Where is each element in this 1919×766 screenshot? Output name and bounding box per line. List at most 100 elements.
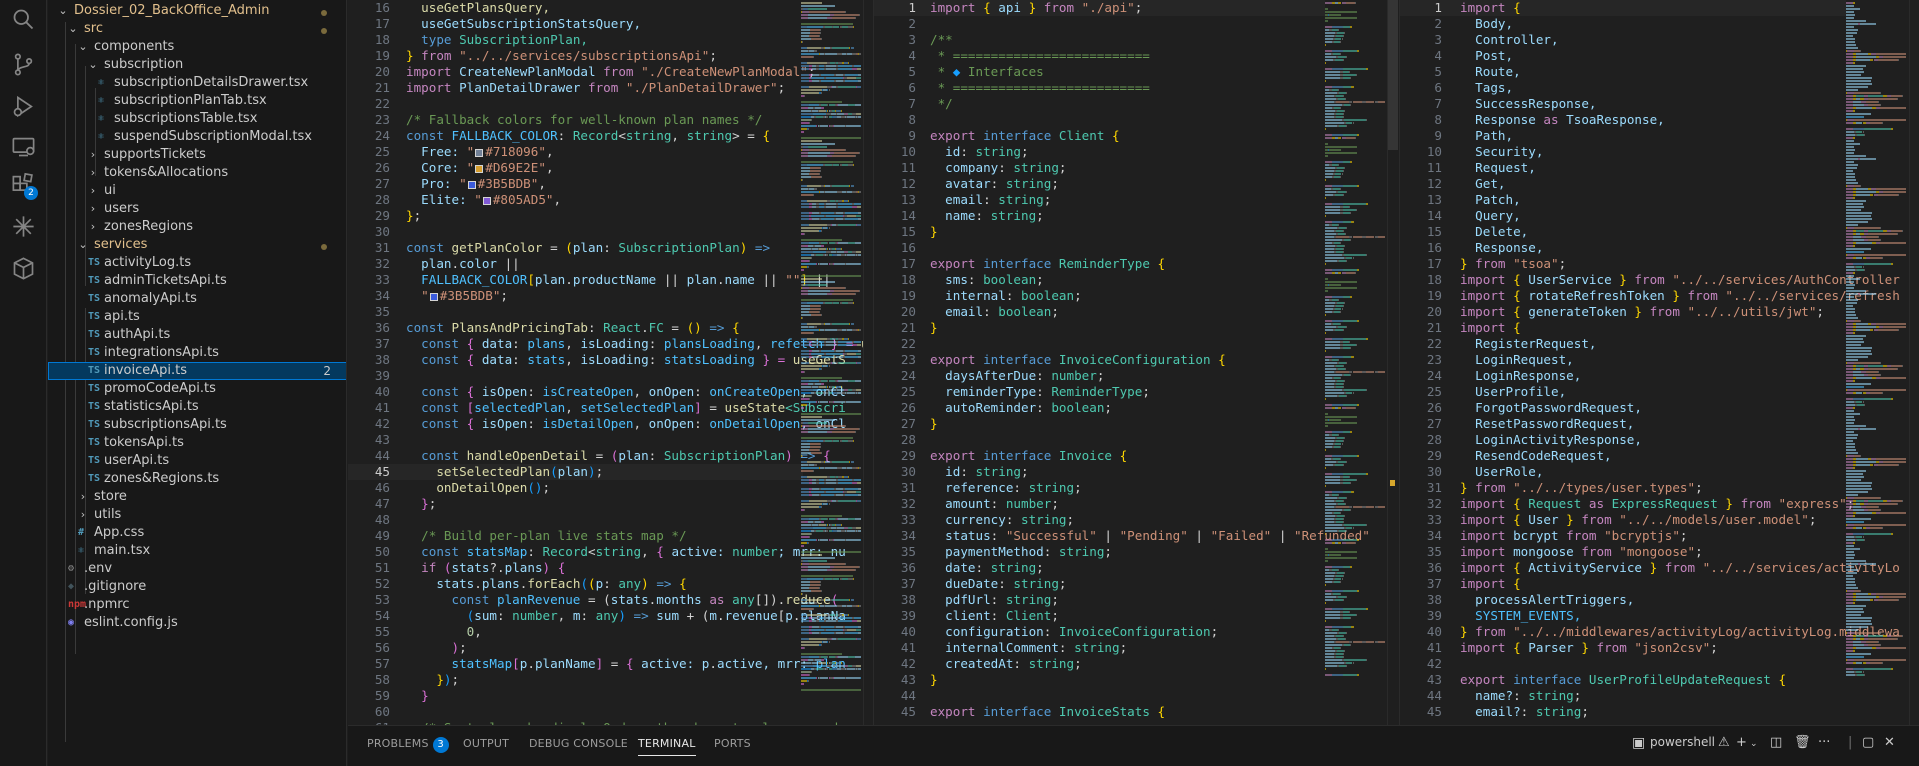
code-line[interactable]: 55 0,	[348, 624, 803, 640]
tree-file[interactable]: ◆ .gitignore	[48, 578, 346, 596]
code-line[interactable]: 25 UserProfile,	[1400, 384, 1846, 400]
trash-icon[interactable]: 🗑	[1794, 735, 1811, 750]
code-line[interactable]: 24 const FALLBACK_COLOR: Record<string, s…	[348, 128, 803, 144]
remote-explorer-icon[interactable]	[10, 133, 37, 160]
code-line[interactable]: 49 /* Build per-plan live stats map */	[348, 528, 803, 544]
more-actions-icon[interactable]: ···	[1818, 735, 1830, 750]
code-line[interactable]: 39	[348, 368, 803, 384]
vertical-scrollbar[interactable]	[863, 0, 873, 725]
code-line[interactable]: 41 const [selectedPlan, setSelectedPlan]…	[348, 400, 846, 416]
code-line[interactable]: 34 status: "Successful" | "Pending" | "F…	[874, 528, 1370, 544]
code-line[interactable]: 1 import {	[1400, 0, 1846, 16]
code-line[interactable]: 5 * ◆ Interfaces	[874, 64, 1325, 80]
split-terminal-icon[interactable]: ◫	[1770, 735, 1782, 750]
code-line[interactable]: 32 amount: number;	[874, 496, 1325, 512]
tab-output[interactable]: OUTPUT	[463, 737, 509, 750]
tab-ports[interactable]: PORTS	[714, 737, 751, 750]
code-line[interactable]: 37 const { data: plans, isLoading: plans…	[348, 336, 873, 352]
code-line[interactable]: 34 import bcrypt from "bcryptjs";	[1400, 528, 1846, 544]
tree-file[interactable]: ⚙ .env	[48, 560, 346, 578]
code-line[interactable]: 3 Controller,	[1400, 32, 1846, 48]
code-line[interactable]: 57 statsMap[p.planName] = { active: p.ac…	[348, 656, 846, 672]
code-line[interactable]: 41 import { Parser } from "json2csv";	[1400, 640, 1846, 656]
code-line[interactable]: 17} from "tsoa";	[1400, 256, 1846, 272]
code-line[interactable]: 29 ResendCodeRequest,	[1400, 448, 1846, 464]
code-line[interactable]: 39 client: Client;	[874, 608, 1325, 624]
code-line[interactable]: 48	[348, 512, 803, 528]
code-line[interactable]: 21 import {	[1400, 320, 1846, 336]
code-line[interactable]: 44	[874, 688, 1325, 704]
code-line[interactable]: 4 * ==========================	[874, 48, 1325, 64]
vertical-scrollbar[interactable]	[1387, 0, 1398, 725]
code-line[interactable]: 29};	[348, 208, 803, 224]
tree-file[interactable]: TS activityLog.ts	[48, 254, 346, 272]
code-line[interactable]: 3 /**	[874, 32, 1325, 48]
code-line[interactable]: 44 const handleOpenDetail = (plan: Subsc…	[348, 448, 831, 464]
code-line[interactable]: 8	[874, 112, 1325, 128]
terminal-name[interactable]: powershell	[1650, 735, 1715, 749]
minimap[interactable]	[801, 0, 863, 725]
code-line[interactable]: 39 SYSTEM_EVENTS,	[1400, 608, 1846, 624]
tree-file[interactable]: ⚛ subscriptionPlanTab.tsx	[48, 92, 346, 110]
code-line[interactable]: 14 name: string;	[874, 208, 1325, 224]
code-line[interactable]: 60	[348, 704, 803, 720]
code-line[interactable]: 29 export interface Invoice {	[874, 448, 1325, 464]
code-line[interactable]: 31 const getPlanColor = (plan: Subscripti…	[348, 240, 803, 256]
code-line[interactable]: 23 export interface InvoiceConfiguration …	[874, 352, 1325, 368]
tree-folder[interactable]: › store	[48, 488, 346, 506]
code-line[interactable]: 28	[874, 432, 1325, 448]
code-line[interactable]: 27 ResetPasswordRequest,	[1400, 416, 1846, 432]
code-line[interactable]: 26 autoReminder: boolean;	[874, 400, 1325, 416]
code-line[interactable]: 1 import { api } from "./api";	[874, 0, 1325, 16]
code-line[interactable]: 51 if (stats?.plans) {	[348, 560, 803, 576]
color-swatch[interactable]	[475, 164, 484, 173]
tree-file[interactable]: ⚛ subscriptionDetailsDrawer.tsx	[48, 74, 346, 92]
code-line[interactable]: 10 id: string;	[874, 144, 1325, 160]
code-line[interactable]: 33 currency: string;	[874, 512, 1325, 528]
code-line[interactable]: 13 email: string;	[874, 192, 1325, 208]
code-line[interactable]: 17 export interface ReminderType {	[874, 256, 1325, 272]
tab-problems[interactable]: PROBLEMS 3	[367, 737, 449, 753]
tree-folder[interactable]: › tokens&Allocations	[48, 164, 346, 182]
code-line[interactable]: 21 import PlanDetailDrawer from "./PlanDe…	[348, 80, 803, 96]
search-icon[interactable]	[10, 6, 37, 33]
run-debug-icon[interactable]	[10, 93, 37, 120]
tree-file[interactable]: TS invoiceApi.ts 2	[48, 362, 346, 380]
extensions-icon[interactable]: 2	[10, 171, 38, 200]
code-line[interactable]: 13 Patch,	[1400, 192, 1846, 208]
tree-folder[interactable]: ⌄ services	[48, 236, 346, 254]
code-line[interactable]: 50 const statsMap: Record<string, { acti…	[348, 544, 846, 560]
code-line[interactable]: 27 Pro: " #3B5BDB",	[348, 176, 803, 192]
tree-folder[interactable]: › ui	[48, 182, 346, 200]
code-line[interactable]: 30 id: string;	[874, 464, 1325, 480]
code-line[interactable]: 37 import {	[1400, 576, 1846, 592]
code-line[interactable]: 54 (sum: number, m: any) => sum + (m.rev…	[348, 608, 846, 624]
code-line[interactable]: 17 useGetSubscriptionStatsQuery,	[348, 16, 803, 32]
code-line[interactable]: 2	[874, 16, 1325, 32]
code-line[interactable]: 32 plan.color ||	[348, 256, 803, 272]
code-line[interactable]: 42 const { isOpen: isDetailOpen, onOpen:…	[348, 416, 846, 432]
code-line[interactable]: 52 stats.plans.forEach((p: any) => {	[348, 576, 803, 592]
code-line[interactable]: 12 Get,	[1400, 176, 1846, 192]
code-line[interactable]: 36 const PlansAndPricingTab: React.FC = (…	[348, 320, 803, 336]
code-line[interactable]: 47 };	[348, 496, 803, 512]
color-swatch[interactable]	[429, 292, 438, 301]
code-line[interactable]: 38 processAlertTriggers,	[1400, 592, 1846, 608]
code-line[interactable]: 33 FALLBACK_COLOR[plan.productName || pl…	[348, 272, 831, 288]
chevron-down-icon[interactable]: ⌄	[1750, 739, 1758, 749]
code-line[interactable]: 9 Path,	[1400, 128, 1846, 144]
tab-terminal[interactable]: TERMINAL	[638, 737, 696, 756]
tree-file[interactable]: TS authApi.ts	[48, 326, 346, 344]
close-panel-icon[interactable]: ✕	[1884, 735, 1895, 750]
code-line[interactable]: 16	[874, 240, 1325, 256]
code-line[interactable]: 35 import mongoose from "mongoose";	[1400, 544, 1846, 560]
code-line[interactable]: 25 reminderType: ReminderType;	[874, 384, 1325, 400]
tree-file[interactable]: TS anomalyApi.ts	[48, 290, 346, 308]
code-line[interactable]: 20 import { generateToken } from "../../u…	[1400, 304, 1846, 320]
code-line[interactable]: 37 dueDate: string;	[874, 576, 1325, 592]
code-line[interactable]: 15}	[874, 224, 1325, 240]
tree-folder[interactable]: › supportsTickets	[48, 146, 346, 164]
tree-file[interactable]: TS integrationsApi.ts	[48, 344, 346, 362]
tree-file[interactable]: # App.css	[48, 524, 346, 542]
tree-file[interactable]: TS adminTicketsApi.ts	[48, 272, 346, 290]
